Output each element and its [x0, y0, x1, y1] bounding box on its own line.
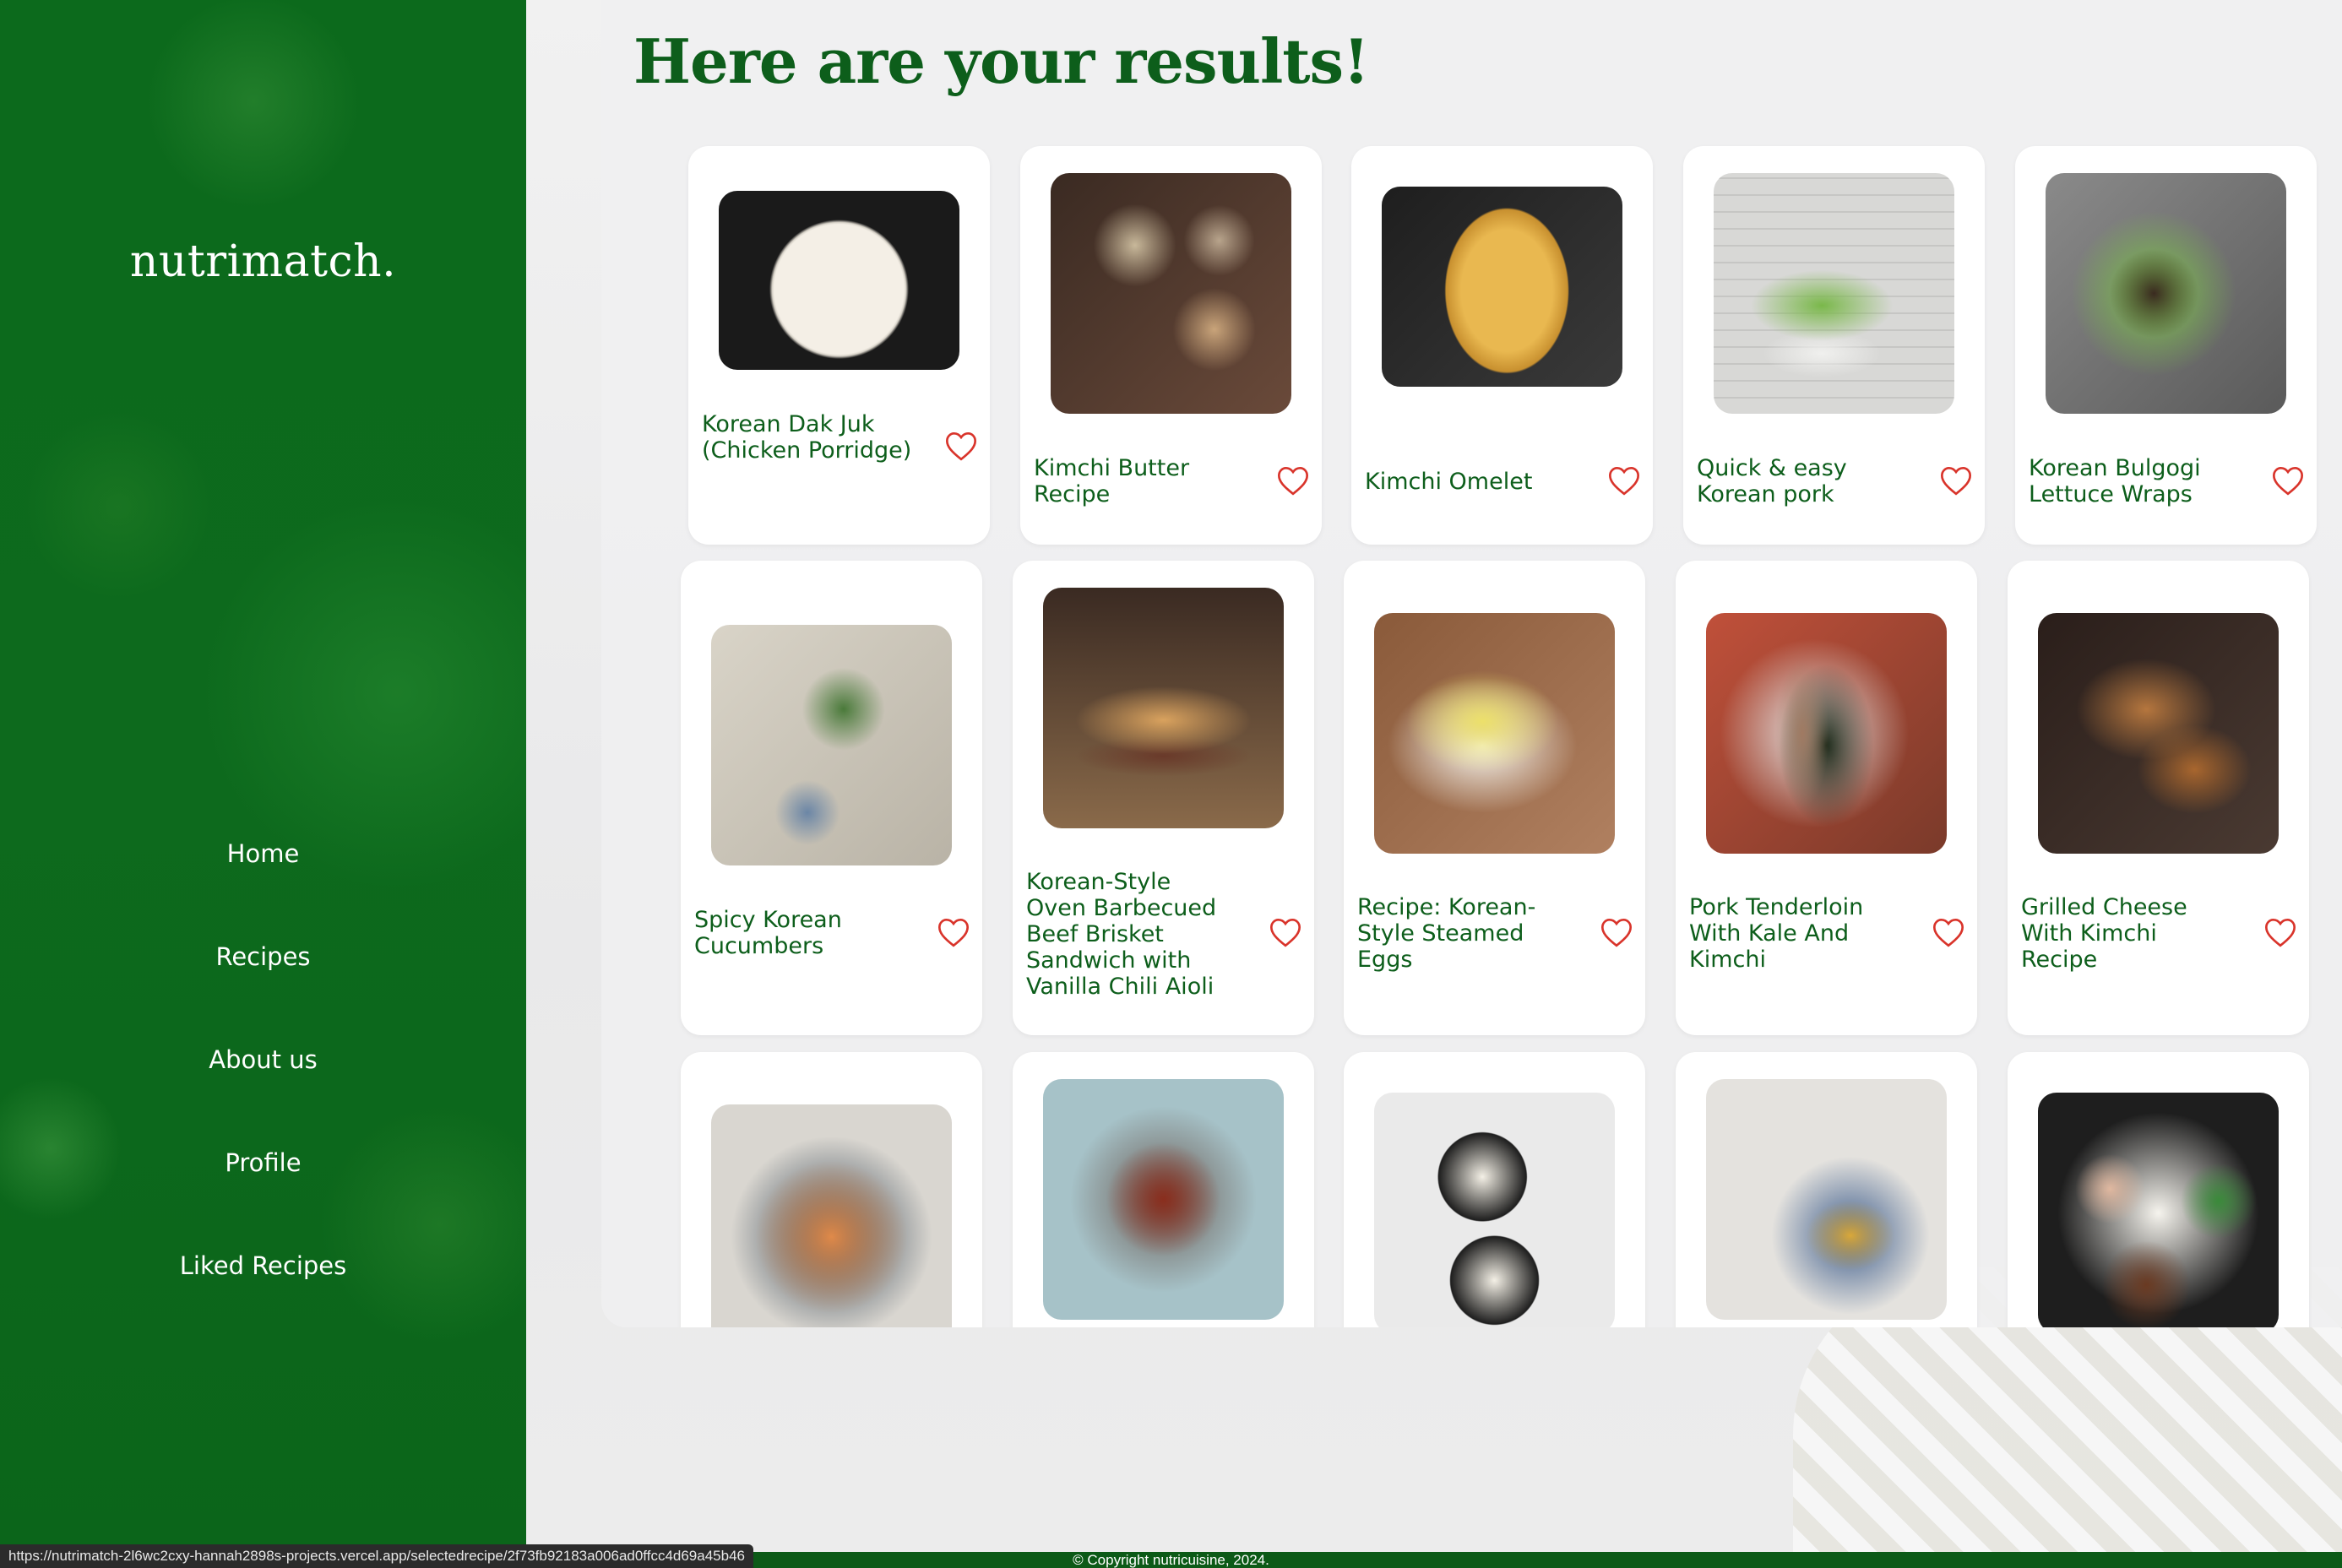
- recipe-card[interactable]: Korean Dak Juk (Chicken Porridge): [688, 146, 990, 545]
- nav-profile[interactable]: Profile: [0, 1132, 526, 1235]
- recipe-image-dip-platter: [2038, 1093, 2279, 1327]
- heart-icon[interactable]: [2263, 916, 2297, 948]
- recipe-title: Korean-Style Oven Barbecued Beef Brisket…: [1026, 869, 1217, 1000]
- recipe-image-korean-pork: [1714, 173, 1954, 414]
- heart-icon[interactable]: [1269, 916, 1302, 948]
- recipe-image-pork-tenderloin: [1706, 613, 1947, 854]
- nav-about-us[interactable]: About us: [0, 1029, 526, 1132]
- recipe-title: Grilled Cheese With Kimchi Recipe: [2021, 894, 2187, 973]
- recipe-card[interactable]: Recipe: Korean-Style Steamed Eggs: [1344, 561, 1645, 1035]
- recipe-title: Kimchi Omelet: [1365, 469, 1533, 495]
- recipe-card[interactable]: Pork Tenderloin With Kale And Kimchi: [1676, 561, 1977, 1035]
- heart-icon[interactable]: [1600, 916, 1633, 948]
- recipe-card[interactable]: Korean Bulgogi Lettuce Wraps: [2015, 146, 2317, 545]
- heart-icon[interactable]: [1607, 464, 1641, 496]
- heart-icon[interactable]: [937, 916, 970, 948]
- recipe-image-kimchi-omelet: [1382, 187, 1622, 387]
- heart-icon[interactable]: [1939, 464, 1973, 496]
- recipe-image-omelet-plate: [1706, 1079, 1947, 1320]
- copyright-text: © Copyright nutricuisine, 2024.: [1073, 1552, 1269, 1568]
- nav-liked-recipes[interactable]: Liked Recipes: [0, 1235, 526, 1338]
- heart-icon[interactable]: [1932, 916, 1965, 948]
- page-title: Here are your results!: [633, 25, 1370, 97]
- status-bar-url: https://nutrimatch-2l6wc2cxy-hannah2898s…: [0, 1544, 753, 1568]
- recipe-card[interactable]: Spicy Korean Cucumbers: [681, 561, 982, 1035]
- recipe-title: Pork Tenderloin With Kale And Kimchi: [1689, 894, 1864, 973]
- nav-recipes[interactable]: Recipes: [0, 926, 526, 1029]
- recipe-card[interactable]: [1676, 1052, 1977, 1327]
- recipe-image-bulgogi-wraps: [2046, 173, 2286, 414]
- recipe-title: Quick & easy Korean pork: [1697, 455, 1847, 507]
- recipe-title: Korean Dak Juk (Chicken Porridge): [702, 411, 912, 464]
- recipe-image-brisket-sandwich: [1043, 588, 1284, 828]
- recipe-image-dak-juk: [719, 191, 959, 370]
- results-row-3: [601, 1047, 2342, 1327]
- heart-icon[interactable]: [2271, 464, 2305, 496]
- recipe-card[interactable]: Grilled Cheese With Kimchi Recipe: [2008, 561, 2309, 1035]
- recipe-image-kimchi-butter: [1051, 173, 1291, 414]
- heart-icon[interactable]: [944, 430, 978, 462]
- recipe-image-kimbap: [1374, 1093, 1615, 1327]
- nav-home[interactable]: Home: [0, 823, 526, 926]
- recipe-title: Spicy Korean Cucumbers: [694, 907, 842, 959]
- recipe-card[interactable]: [1013, 1052, 1314, 1327]
- recipe-card[interactable]: [2008, 1052, 2309, 1327]
- recipe-card[interactable]: Kimchi Butter Recipe: [1020, 146, 1322, 545]
- recipe-card[interactable]: Quick & easy Korean pork: [1683, 146, 1985, 545]
- recipe-title: Kimchi Butter Recipe: [1034, 455, 1190, 507]
- recipe-image-steamed-eggs: [1374, 613, 1615, 854]
- recipe-image-spicy-cucumbers: [711, 625, 952, 865]
- sidebar-nav: Home Recipes About us Profile Liked Reci…: [0, 823, 526, 1338]
- recipe-image-chicken-drumsticks: [1043, 1079, 1284, 1320]
- recipe-title: Recipe: Korean-Style Steamed Eggs: [1357, 894, 1536, 973]
- recipe-card[interactable]: [1344, 1052, 1645, 1327]
- recipe-card[interactable]: Kimchi Omelet: [1351, 146, 1653, 545]
- recipe-image-kimchi-pot: [711, 1104, 952, 1327]
- sidebar: nutrimatch. Home Recipes About us Profil…: [0, 0, 526, 1554]
- recipe-card[interactable]: Korean-Style Oven Barbecued Beef Brisket…: [1013, 561, 1314, 1035]
- recipe-image-grilled-cheese: [2038, 613, 2279, 854]
- heart-icon[interactable]: [1276, 464, 1310, 496]
- recipe-card[interactable]: [681, 1052, 982, 1327]
- brand-logo[interactable]: nutrimatch.: [0, 236, 526, 287]
- recipe-title: Korean Bulgogi Lettuce Wraps: [2029, 455, 2201, 507]
